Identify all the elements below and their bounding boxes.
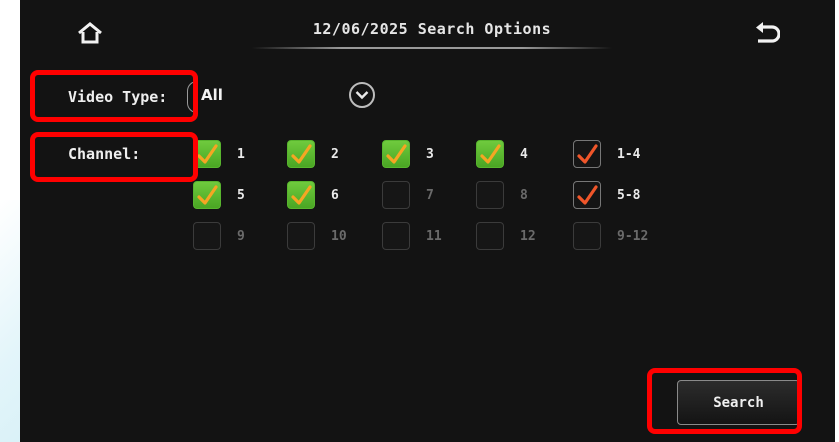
header-divider [252, 47, 612, 49]
checkmark-icon [577, 185, 598, 205]
chevron-down-circle-icon[interactable] [349, 82, 375, 108]
channel-checkbox-3[interactable] [382, 140, 410, 168]
channel-label-1-4: 1-4 [617, 147, 641, 162]
channel-checkbox-11[interactable] [382, 222, 410, 250]
channel-label-3: 3 [426, 147, 434, 162]
channel-checkbox-9[interactable] [193, 222, 221, 250]
checkmark-icon [480, 144, 501, 164]
back-arrow-icon[interactable] [752, 22, 781, 48]
channel-checkbox-5[interactable] [193, 181, 221, 209]
select-bracket [187, 81, 198, 113]
channel-label-9-12: 9-12 [617, 229, 649, 244]
checkmark-icon [386, 144, 407, 164]
checkmark-icon [577, 144, 598, 164]
channel-label-12: 12 [520, 229, 536, 244]
video-type-value: All [201, 86, 223, 104]
channel-checkbox-6[interactable] [287, 181, 315, 209]
channel-label-7: 7 [426, 188, 434, 203]
channel-label-5-8: 5-8 [617, 188, 641, 203]
channel-checkbox-5-8[interactable] [573, 181, 601, 209]
channel-checkbox-4[interactable] [476, 140, 504, 168]
page-title: 12/06/2025 Search Options [312, 20, 552, 38]
channel-checkbox-7[interactable] [382, 181, 410, 209]
channel-checkbox-2[interactable] [287, 140, 315, 168]
channel-label-6: 6 [331, 188, 339, 203]
channel-label-2: 2 [331, 147, 339, 162]
channel-checkbox-9-12[interactable] [573, 222, 601, 250]
search-button[interactable]: Search [677, 380, 800, 425]
channel-label-8: 8 [520, 188, 528, 203]
channel-checkbox-8[interactable] [476, 181, 504, 209]
checkmark-icon [197, 144, 218, 164]
channel-checkbox-10[interactable] [287, 222, 315, 250]
video-type-label: Video Type: [68, 88, 168, 106]
channel-label-4: 4 [520, 147, 528, 162]
video-type-select[interactable]: All [187, 79, 392, 113]
channel-label-1: 1 [237, 147, 245, 162]
channel-checkbox-1-4[interactable] [573, 140, 601, 168]
checkmark-icon [291, 185, 312, 205]
channel-label-5: 5 [237, 188, 245, 203]
dvr-screen: 12/06/2025 Search Options Video Type: Al… [20, 0, 835, 442]
checkmark-icon [291, 144, 312, 164]
channel-label-10: 10 [331, 229, 347, 244]
channel-label-11: 11 [426, 229, 442, 244]
channel-checkbox-1[interactable] [193, 140, 221, 168]
home-icon[interactable] [77, 22, 103, 44]
channel-label: Channel: [68, 145, 141, 163]
channel-label-9: 9 [237, 229, 245, 244]
channel-checkbox-12[interactable] [476, 222, 504, 250]
checkmark-icon [197, 185, 218, 205]
